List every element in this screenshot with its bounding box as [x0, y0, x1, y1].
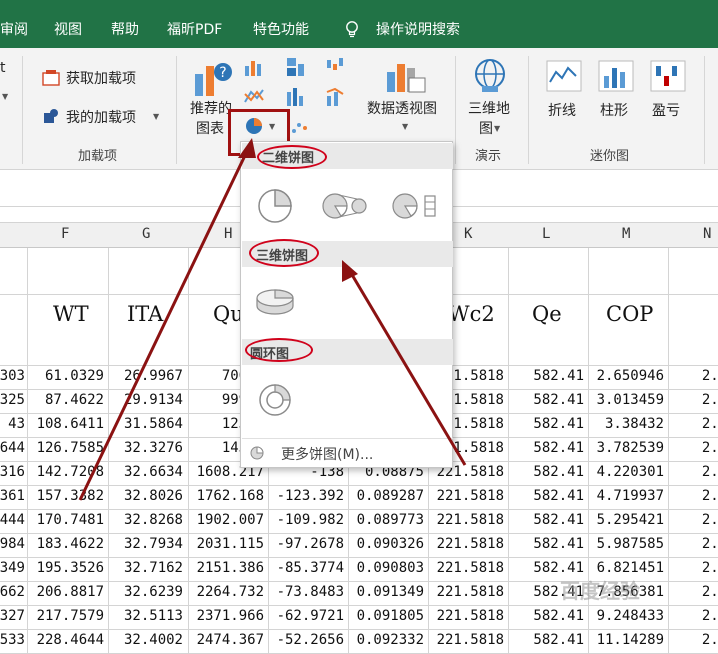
watermark: 百度经验 [560, 579, 640, 603]
annotation-arrows [78, 138, 467, 501]
